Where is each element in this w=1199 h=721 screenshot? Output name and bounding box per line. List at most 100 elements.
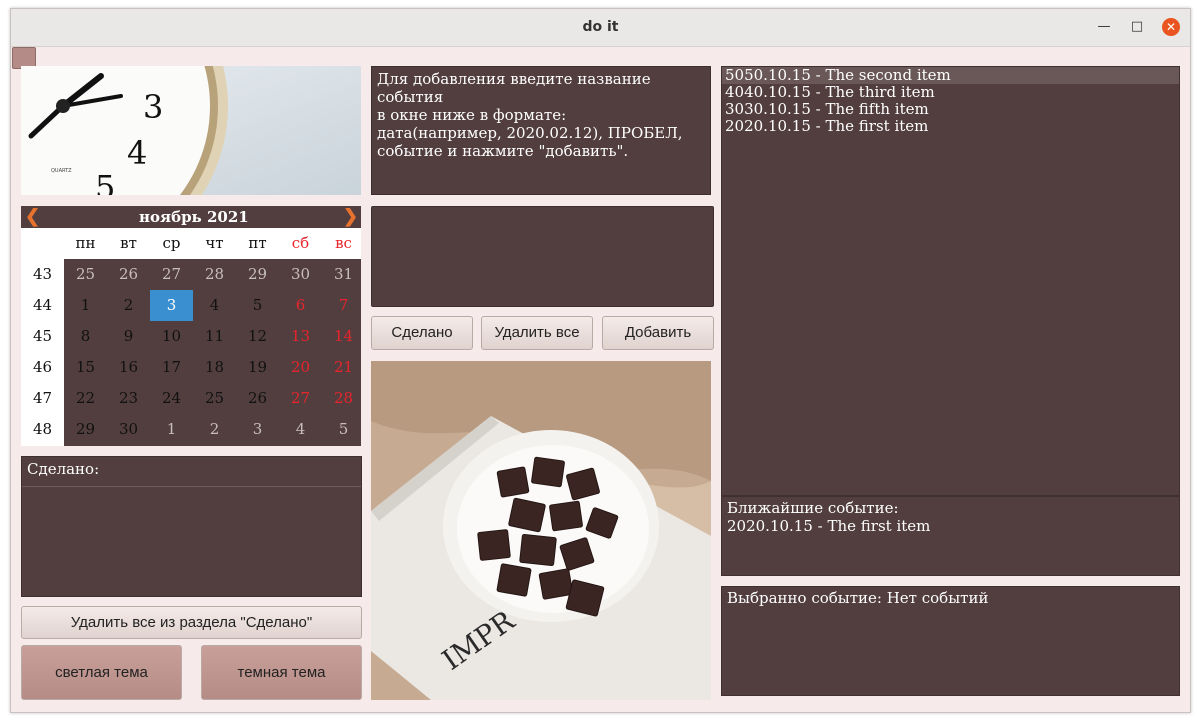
calendar-year[interactable]: 2021: [207, 208, 249, 226]
calendar-day[interactable]: 25: [193, 383, 236, 414]
week-number: 48: [32, 420, 53, 438]
weekday-header: сб: [291, 234, 310, 252]
calendar-day[interactable]: 25: [64, 259, 107, 290]
weekday-header: вс: [335, 234, 352, 252]
instructions-panel: Для добавления введите название события …: [371, 66, 711, 195]
calendar-day[interactable]: 26: [107, 259, 150, 290]
instruction-line-3: дата(например, 2020.02.12), ПРОБЕЛ,: [377, 124, 683, 142]
instruction-line-1: Для добавления введите название события: [377, 70, 651, 106]
nearest-value: 2020.10.15 - The first item: [727, 517, 931, 535]
weekday-header: пт: [248, 234, 267, 252]
clock-image: 3 4 5 QUARTZ: [21, 66, 361, 195]
done-panel: Сделано:: [21, 456, 362, 597]
calendar-day[interactable]: 28: [322, 383, 365, 414]
done-button[interactable]: Сделано: [371, 316, 473, 350]
calendar-day[interactable]: 14: [322, 321, 365, 352]
event-item[interactable]: 5050.10.15 - The second item: [722, 67, 1179, 84]
calendar-day[interactable]: 1: [150, 414, 193, 445]
week-number: 45: [32, 327, 53, 345]
calendar-day[interactable]: 6: [279, 290, 322, 321]
calendar-day[interactable]: 4: [193, 290, 236, 321]
selected-event-text: Выбранно событие: Нет событий: [727, 589, 989, 607]
done-divider: [22, 486, 361, 487]
next-month-icon[interactable]: ❯: [343, 206, 359, 228]
clock-digit-4: 4: [127, 134, 147, 172]
calendar-day[interactable]: 3: [236, 414, 279, 445]
chocolate-image: IMPR: [371, 361, 711, 700]
calendar-day[interactable]: 8: [64, 321, 107, 352]
events-list[interactable]: 5050.10.15 - The second item 4040.10.15 -…: [721, 66, 1180, 496]
calendar-day[interactable]: 30: [107, 414, 150, 445]
instruction-line-2: в окне ниже в формате:: [377, 106, 567, 124]
calendar-day[interactable]: 13: [279, 321, 322, 352]
calendar-day[interactable]: 4: [279, 414, 322, 445]
delete-all-button[interactable]: Удалить все: [481, 316, 593, 350]
instruction-line-4: событие и нажмите "добавить".: [377, 142, 629, 160]
week-number: 47: [32, 389, 53, 407]
calendar-day[interactable]: 7: [322, 290, 365, 321]
weekday-header: вт: [120, 234, 137, 252]
calendar-day[interactable]: 22: [64, 383, 107, 414]
nearest-panel: Ближайшие событие: 2020.10.15 - The firs…: [721, 496, 1180, 576]
window-title: do it: [582, 19, 619, 35]
weekday-header: чт: [205, 234, 224, 252]
calendar-day[interactable]: 27: [279, 383, 322, 414]
weekday-header: ср: [162, 234, 181, 252]
nearest-label: Ближайшие событие:: [727, 499, 899, 517]
event-item[interactable]: 3030.10.15 - The fifth item: [722, 101, 1179, 118]
calendar-day[interactable]: 29: [64, 414, 107, 445]
calendar-day[interactable]: 23: [107, 383, 150, 414]
light-theme-button[interactable]: светлая тема: [21, 645, 182, 700]
calendar-day[interactable]: 29: [236, 259, 279, 290]
selected-event-panel: Выбранно событие: Нет событий: [721, 586, 1180, 696]
close-icon[interactable]: ✕: [1162, 18, 1180, 36]
calendar-day[interactable]: 19: [236, 352, 279, 383]
calendar-day[interactable]: 12: [236, 321, 279, 352]
minimize-icon[interactable]: —: [1095, 18, 1113, 36]
calendar-day[interactable]: 3: [150, 290, 193, 321]
calendar-day[interactable]: 26: [236, 383, 279, 414]
calendar-day[interactable]: 2: [107, 290, 150, 321]
calendar-day[interactable]: 11: [193, 321, 236, 352]
add-button[interactable]: Добавить: [602, 316, 714, 350]
event-item[interactable]: 4040.10.15 - The third item: [722, 84, 1179, 101]
calendar-day[interactable]: 18: [193, 352, 236, 383]
calendar-day[interactable]: 21: [322, 352, 365, 383]
calendar-day[interactable]: 31: [322, 259, 365, 290]
calendar-month[interactable]: ноябрь: [139, 208, 202, 226]
week-number: 44: [32, 296, 53, 314]
calendar-grid: пн вт ср чт пт сб вс 43 25 26 27 28 29 30 31 44 1 2 3 4 5 6 7 4…: [21, 228, 361, 446]
calendar-day[interactable]: 2: [193, 414, 236, 445]
calendar-day[interactable]: 17: [150, 352, 193, 383]
calendar-day[interactable]: 5: [322, 414, 365, 445]
weekday-header: пн: [75, 234, 96, 252]
calendar-day[interactable]: 9: [107, 321, 150, 352]
clock-digit-3: 3: [143, 88, 163, 126]
calendar-day[interactable]: 16: [107, 352, 150, 383]
calendar-day[interactable]: 28: [193, 259, 236, 290]
event-input[interactable]: [371, 206, 714, 307]
dark-theme-button[interactable]: темная тема: [201, 645, 362, 700]
clock-illustration: 3 4 5 QUARTZ: [21, 66, 361, 195]
week-number: 43: [32, 265, 53, 283]
calendar-day[interactable]: 27: [150, 259, 193, 290]
delete-done-button[interactable]: Удалить все из раздела "Сделано": [21, 606, 362, 639]
chocolate-illustration: IMPR: [371, 361, 711, 700]
event-item[interactable]: 2020.10.15 - The first item: [722, 118, 1179, 135]
calendar-day[interactable]: 5: [236, 290, 279, 321]
calendar-day[interactable]: 15: [64, 352, 107, 383]
prev-month-icon[interactable]: ❮: [25, 206, 41, 228]
clock-digit-5: 5: [95, 168, 115, 195]
done-label: Сделано:: [27, 460, 100, 478]
week-number: 46: [32, 358, 53, 376]
calendar-day[interactable]: 10: [150, 321, 193, 352]
maximize-icon[interactable]: □: [1128, 18, 1146, 36]
title-bar: do it — □ ✕: [11, 9, 1190, 47]
calendar-day[interactable]: 30: [279, 259, 322, 290]
calendar-navbar: ❮ ноябрь 2021 ❯: [21, 206, 361, 228]
clock-brand: QUARTZ: [51, 168, 72, 174]
calendar-day[interactable]: 1: [64, 290, 107, 321]
calendar-day[interactable]: 24: [150, 383, 193, 414]
calendar-day[interactable]: 20: [279, 352, 322, 383]
app-window: do it — □ ✕ 3 4 5 QUARTZ ❮ ноябрь 2021 ❯…: [10, 8, 1191, 713]
